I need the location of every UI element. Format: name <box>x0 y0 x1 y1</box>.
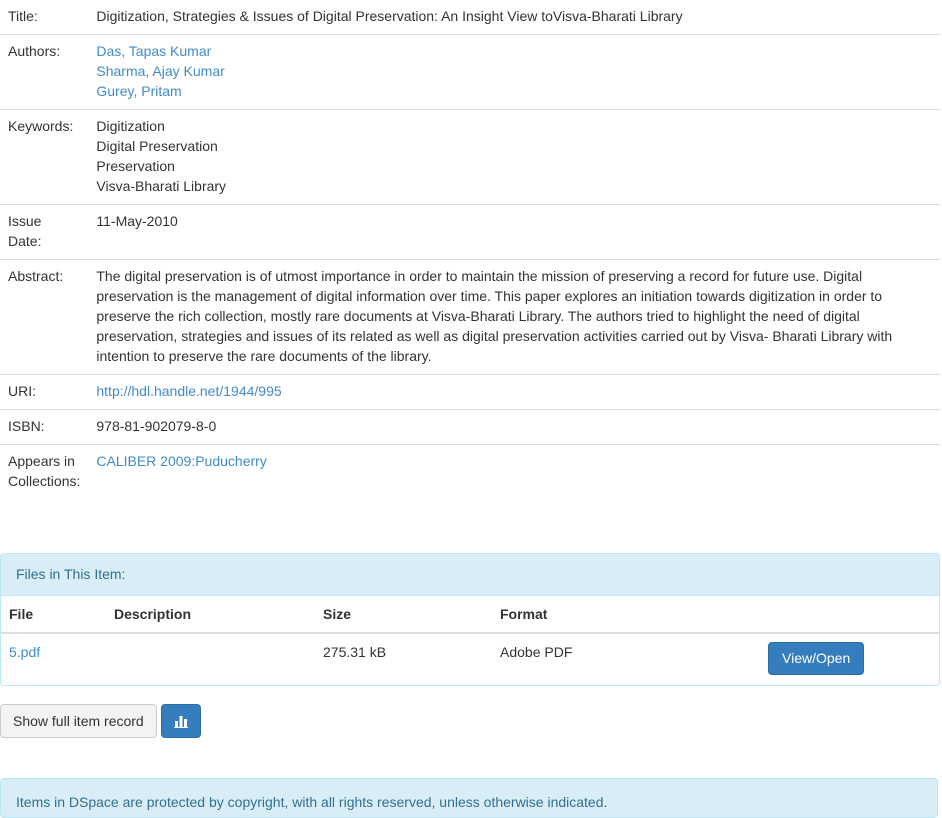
collections-row: Appears in Collections: CALIBER 2009:Pud… <box>0 444 940 499</box>
keyword: Digital Preservation <box>96 138 218 154</box>
isbn-label: ISBN: <box>0 409 89 445</box>
size-column-header: Size <box>315 596 492 634</box>
title-value: Digitization, Strategies & Issues of Dig… <box>96 8 683 24</box>
keyword: Preservation <box>96 158 175 174</box>
authors-label: Authors: <box>0 34 89 110</box>
abstract-value: The digital preservation is of utmost im… <box>88 259 940 375</box>
files-panel-heading: Files in This Item: <box>1 554 939 596</box>
keywords-row: Keywords: Digitization Digital Preservat… <box>0 109 940 205</box>
collections-label: Appears in Collections: <box>0 444 89 499</box>
abstract-row: Abstract: The digital preservation is of… <box>0 259 940 375</box>
title-row: Title: Digitization, Strategies & Issues… <box>0 0 940 35</box>
issue-date-row: Issue Date: 11-May-2010 <box>0 204 940 260</box>
collection-link[interactable]: CALIBER 2009:Puducherry <box>96 453 266 469</box>
copyright-notice: Items in DSpace are protected by copyrig… <box>0 778 938 818</box>
file-size: 275.31 kB <box>323 644 387 660</box>
file-description <box>106 633 315 685</box>
show-full-record-button[interactable]: Show full item record <box>0 704 157 738</box>
item-metadata-table: Title: Digitization, Strategies & Issues… <box>0 0 940 499</box>
uri-label: URI: <box>0 374 89 410</box>
author-link[interactable]: Das, Tapas Kumar <box>96 41 932 61</box>
bar-chart-icon <box>174 715 188 728</box>
action-column-header <box>760 596 939 634</box>
uri-row: URI: http://hdl.handle.net/1944/995 <box>0 374 940 410</box>
isbn-value: 978-81-902079-8-0 <box>88 409 940 445</box>
abstract-label: Abstract: <box>0 259 89 375</box>
authors-row: Authors: Das, Tapas Kumar Sharma, Ajay K… <box>0 34 940 110</box>
isbn-row: ISBN: 978-81-902079-8-0 <box>0 409 940 445</box>
author-link[interactable]: Gurey, Pritam <box>96 81 932 101</box>
view-open-button[interactable]: View/Open <box>768 642 865 675</box>
issue-date-label: Issue Date: <box>0 204 89 260</box>
keywords-label: Keywords: <box>0 109 89 205</box>
issue-date-label-line: Date: <box>8 233 42 249</box>
collections-label-line: Collections: <box>8 473 81 489</box>
format-column-header: Format <box>492 596 760 634</box>
statistics-button[interactable] <box>161 704 201 738</box>
issue-date-label-line: Issue <box>8 213 42 229</box>
file-link[interactable]: 5.pdf <box>9 644 40 660</box>
collections-label-line: Appears in <box>8 453 75 469</box>
uri-link[interactable]: http://hdl.handle.net/1944/995 <box>96 383 281 399</box>
title-label: Title: <box>8 8 38 24</box>
description-column-header: Description <box>106 596 315 634</box>
files-panel: Files in This Item: File Description Siz… <box>0 553 940 686</box>
files-header-row: File Description Size Format <box>1 596 939 634</box>
files-table: File Description Size Format 5.pdf 275.3… <box>1 596 939 685</box>
file-format: Adobe PDF <box>500 644 573 660</box>
file-column-header: File <box>1 596 106 634</box>
keyword: Digitization <box>96 118 165 134</box>
author-link[interactable]: Sharma, Ajay Kumar <box>96 61 932 81</box>
table-row: 5.pdf 275.31 kB Adobe PDF View/Open <box>1 633 939 685</box>
issue-date-value: 11-May-2010 <box>88 204 940 260</box>
keyword: Visva-Bharati Library <box>96 178 227 194</box>
